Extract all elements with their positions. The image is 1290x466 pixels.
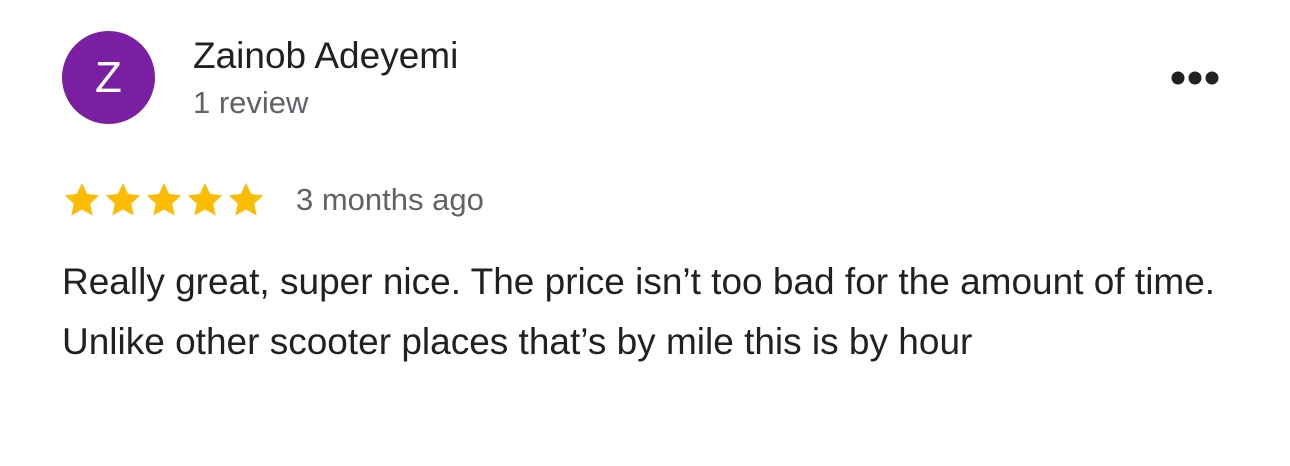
star-icon <box>226 180 266 220</box>
star-icon <box>62 180 102 220</box>
review-card: Z Zainob Adeyemi 1 review 3 months ago R… <box>0 0 1290 466</box>
review-date: 3 months ago <box>296 182 484 217</box>
more-options-button[interactable] <box>1160 56 1230 100</box>
review-count: 1 review <box>193 85 309 120</box>
avatar[interactable]: Z <box>62 31 155 124</box>
more-horizontal-icon <box>1171 71 1219 85</box>
star-icon <box>144 180 184 220</box>
star-icon <box>185 180 225 220</box>
star-icon <box>103 180 143 220</box>
star-rating <box>62 180 267 220</box>
author-name[interactable]: Zainob Adeyemi <box>193 34 458 78</box>
review-text: Really great, super nice. The price isn’… <box>62 261 1216 362</box>
